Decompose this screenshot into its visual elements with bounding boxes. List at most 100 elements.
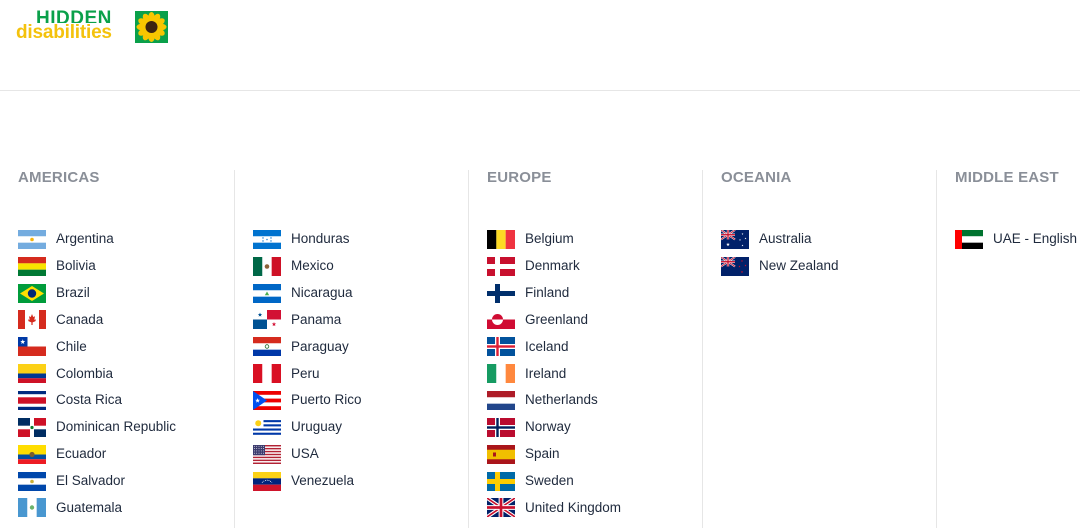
country-link-netherlands[interactable]: Netherlands — [487, 387, 621, 414]
flag-united-kingdom-icon — [487, 498, 515, 518]
logo-text-disabilities: disabilities — [16, 22, 112, 43]
country-name: Iceland — [525, 338, 569, 354]
country-link-usa[interactable]: USA — [253, 441, 362, 468]
flag-greenland-icon — [487, 310, 515, 330]
country-link-united-kingdom[interactable]: United Kingdom — [487, 494, 621, 521]
country-name: Venezuela — [291, 473, 355, 489]
region-oceania: OCEANIA Australia New Zealand — [702, 170, 936, 528]
country-link-ecuador[interactable]: Ecuador — [18, 441, 176, 468]
flag-costa-rica-icon — [18, 390, 46, 410]
country-link-uruguay[interactable]: Uruguay — [253, 414, 362, 441]
country-link-belgium[interactable]: Belgium — [487, 226, 621, 253]
country-name: UAE - English — [993, 231, 1078, 247]
region-europe: EUROPE Belgium Denmark Finland Greenland Ice… — [468, 170, 702, 528]
flag-finland-icon — [487, 283, 515, 303]
country-link-el-salvador[interactable]: El Salvador — [18, 468, 176, 495]
country-link-paraguay[interactable]: Paraguay — [253, 333, 362, 360]
flag-guatemala-icon — [18, 498, 46, 518]
country-name: Greenland — [525, 311, 589, 327]
country-link-finland[interactable]: Finland — [487, 280, 621, 307]
country-link-dominican-republic[interactable]: Dominican Republic — [18, 414, 176, 441]
country-name: Chile — [56, 338, 87, 354]
flag-australia-icon — [721, 229, 749, 249]
region-americas-continued: Honduras Mexico Nicaragua Panama Paraguay Per… — [234, 170, 468, 528]
flag-sweden-icon — [487, 471, 515, 491]
country-link-guatemala[interactable]: Guatemala — [18, 494, 176, 521]
country-name: Bolivia — [56, 258, 96, 274]
country-name: United Kingdom — [525, 499, 622, 515]
country-link-mexico[interactable]: Mexico — [253, 253, 362, 280]
country-link-colombia[interactable]: Colombia — [18, 360, 176, 387]
country-link-brazil[interactable]: Brazil — [18, 280, 176, 307]
country-link-spain[interactable]: Spain — [487, 441, 621, 468]
region-middle-east: MIDDLE EAST UAE - English — [936, 170, 1080, 528]
country-link-canada[interactable]: Canada — [18, 307, 176, 334]
flag-paraguay-icon — [253, 337, 281, 357]
country-list-americas-continued: Honduras Mexico Nicaragua Panama Paraguay Per… — [253, 226, 362, 494]
country-link-ireland[interactable]: Ireland — [487, 360, 621, 387]
country-link-sweden[interactable]: Sweden — [487, 468, 621, 495]
country-name: El Salvador — [56, 473, 126, 489]
sunflower-icon — [135, 11, 168, 43]
country-link-denmark[interactable]: Denmark — [487, 253, 621, 280]
country-name: Ecuador — [56, 446, 107, 462]
country-name: Uruguay — [291, 419, 343, 435]
flag-norway-icon — [487, 417, 515, 437]
flag-uruguay-icon — [253, 417, 281, 437]
country-link-panama[interactable]: Panama — [253, 307, 362, 334]
country-list-americas: Argentina Bolivia Brazil Canada Chile Colombi… — [18, 226, 176, 521]
country-name: Canada — [56, 311, 104, 327]
flag-nicaragua-icon — [253, 283, 281, 303]
country-name: Dominican Republic — [56, 419, 177, 435]
country-link-honduras[interactable]: Honduras — [253, 226, 362, 253]
country-name: Netherlands — [525, 392, 598, 408]
flag-panama-icon — [253, 310, 281, 330]
site-logo[interactable]: HIDDEN disabilities — [16, 9, 168, 45]
flag-uae-icon — [955, 229, 983, 249]
country-link-nicaragua[interactable]: Nicaragua — [253, 280, 362, 307]
flag-argentina-icon — [18, 229, 46, 249]
country-link-argentina[interactable]: Argentina — [18, 226, 176, 253]
flag-denmark-icon — [487, 256, 515, 276]
country-link-venezuela[interactable]: Venezuela — [253, 468, 362, 495]
flag-usa-icon — [253, 444, 281, 464]
country-link-costa-rica[interactable]: Costa Rica — [18, 387, 176, 414]
country-name: Finland — [525, 285, 570, 301]
site-header: HIDDEN disabilities — [0, 0, 1080, 91]
country-link-new-zealand[interactable]: New Zealand — [721, 253, 839, 280]
country-link-uae[interactable]: UAE - English — [955, 226, 1077, 253]
country-name: Colombia — [56, 365, 114, 381]
flag-venezuela-icon — [253, 471, 281, 491]
country-link-chile[interactable]: Chile — [18, 333, 176, 360]
flag-honduras-icon — [253, 229, 281, 249]
country-name: Argentina — [56, 231, 114, 247]
flag-bolivia-icon — [18, 256, 46, 276]
country-list-middle-east: UAE - English — [955, 226, 1077, 253]
flag-canada-icon — [18, 310, 46, 330]
country-name: New Zealand — [759, 258, 839, 274]
flag-netherlands-icon — [487, 390, 515, 410]
country-name: Panama — [291, 311, 342, 327]
flag-spain-icon — [487, 444, 515, 464]
country-list-oceania: Australia New Zealand — [721, 226, 839, 280]
country-link-peru[interactable]: Peru — [253, 360, 362, 387]
country-name: Puerto Rico — [291, 392, 362, 408]
country-link-australia[interactable]: Australia — [721, 226, 839, 253]
country-link-iceland[interactable]: Iceland — [487, 333, 621, 360]
logo-text-hidden: HIDDEN — [36, 9, 112, 23]
country-link-bolivia[interactable]: Bolivia — [18, 253, 176, 280]
region-americas: AMERICAS Argentina Bolivia Brazil Canada Chi… — [0, 170, 234, 528]
flag-mexico-icon — [253, 256, 281, 276]
country-link-puerto-rico[interactable]: Puerto Rico — [253, 387, 362, 414]
country-name: Brazil — [56, 285, 90, 301]
country-name: Peru — [291, 365, 320, 381]
region-title-europe: EUROPE — [487, 169, 552, 186]
country-name: Australia — [759, 231, 812, 247]
country-link-norway[interactable]: Norway — [487, 414, 621, 441]
country-name: Spain — [525, 446, 560, 462]
country-link-greenland[interactable]: Greenland — [487, 307, 621, 334]
country-name: Paraguay — [291, 338, 349, 354]
flag-peru-icon — [253, 364, 281, 384]
country-name: Costa Rica — [56, 392, 123, 408]
flag-new-zealand-icon — [721, 256, 749, 276]
